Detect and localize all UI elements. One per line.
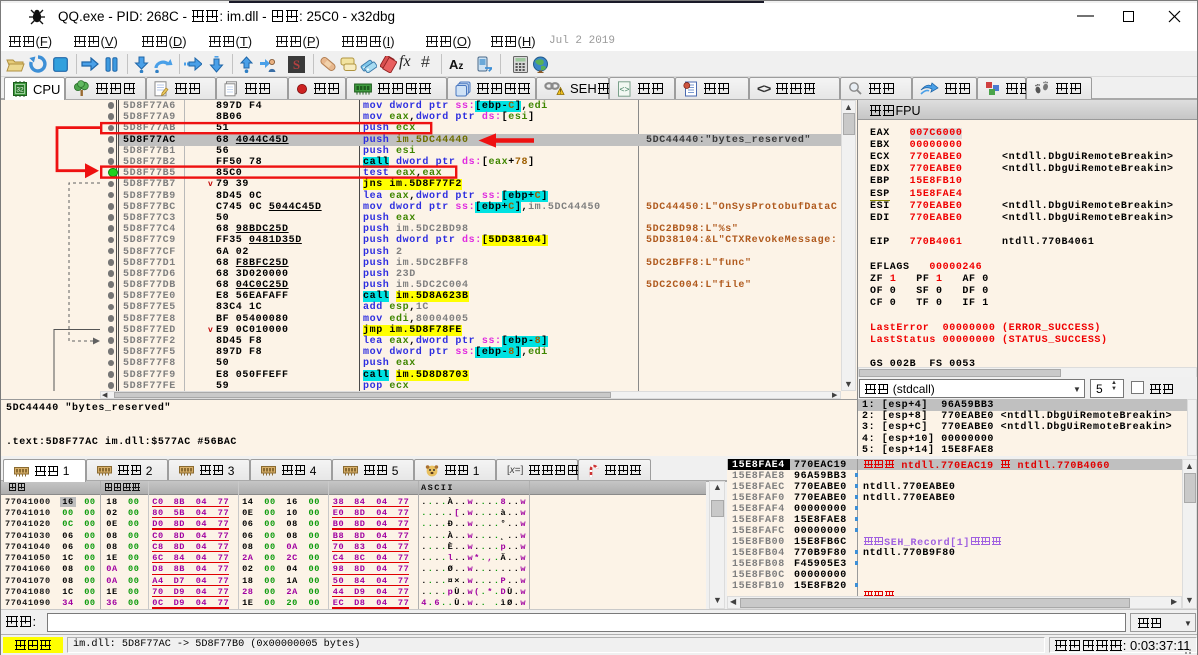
svg-text:<>: <> — [620, 84, 630, 94]
svg-text:32: 32 — [16, 87, 24, 94]
svg-text:S: S — [293, 57, 300, 72]
